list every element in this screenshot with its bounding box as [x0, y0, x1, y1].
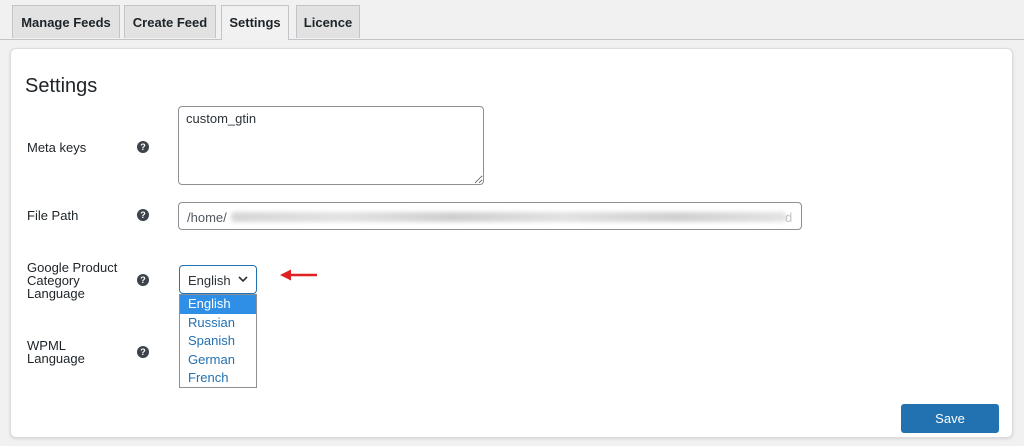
blurred-path — [231, 212, 787, 222]
tab-manage-feeds[interactable]: Manage Feeds — [12, 5, 120, 38]
save-button[interactable]: Save — [901, 404, 999, 433]
settings-panel: Settings Meta keys ? custom_gtin File Pa… — [10, 48, 1013, 438]
page-title: Settings — [25, 75, 98, 97]
help-icon[interactable]: ? — [137, 274, 149, 286]
tab-licence[interactable]: Licence — [296, 5, 360, 38]
wpml-label: WPML Language — [27, 339, 85, 365]
file-path-label: File Path — [27, 208, 79, 223]
meta-keys-textarea[interactable]: custom_gtin — [178, 106, 484, 185]
file-path-prefix: /home/ — [187, 210, 227, 225]
chevron-down-icon — [238, 276, 248, 283]
meta-keys-label: Meta keys — [27, 140, 87, 155]
wpml-label-line2: Language — [27, 351, 85, 366]
help-icon[interactable]: ? — [137, 141, 149, 153]
red-arrow-icon — [280, 269, 317, 281]
language-select[interactable]: English — [179, 265, 257, 294]
tab-create-feed[interactable]: Create Feed — [124, 5, 216, 38]
file-path-input[interactable]: /home/ d — [178, 202, 802, 230]
google-lang-label: Google Product Category Language — [27, 261, 117, 300]
nav-tabs: Manage Feeds Create Feed Settings Licenc… — [0, 0, 1024, 40]
option-english[interactable]: English — [180, 295, 256, 314]
help-icon[interactable]: ? — [137, 346, 149, 358]
option-spanish[interactable]: Spanish — [180, 332, 256, 351]
tab-settings[interactable]: Settings — [221, 5, 289, 40]
option-german[interactable]: German — [180, 351, 256, 370]
option-russian[interactable]: Russian — [180, 314, 256, 333]
language-select-value: English — [188, 273, 231, 288]
option-french[interactable]: French — [180, 369, 256, 388]
language-dropdown: English Russian Spanish German French — [179, 294, 257, 388]
help-icon[interactable]: ? — [137, 209, 149, 221]
file-path-suffix: d — [785, 210, 793, 225]
google-lang-label-line3: Language — [27, 286, 85, 301]
